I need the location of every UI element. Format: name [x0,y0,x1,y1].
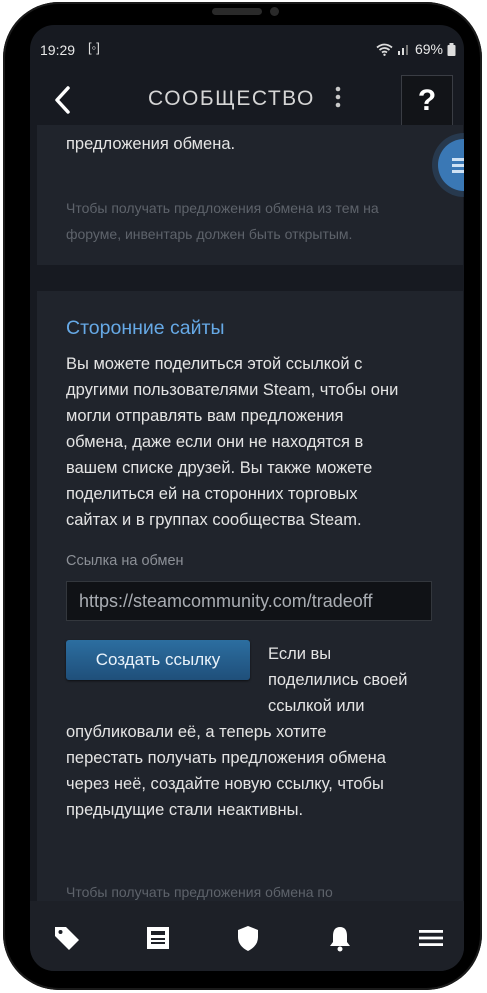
screen-record-icon: [◦] [88,40,100,55]
shield-icon[interactable] [233,923,263,953]
speaker-grille [212,8,262,15]
back-arrow-icon[interactable] [48,83,78,117]
app-header: СООБЩЕСТВО ? [30,75,464,127]
more-options-icon[interactable] [330,83,346,113]
description-line: сайтах и в группах сообщества Steam. [66,511,362,529]
trade-offers-card: предложения обмена. Чтобы получать предл… [37,125,463,265]
phone-frame: 19:29 [◦] 69% СООБЩЕСТВО ? предложения о… [3,2,482,990]
trade-link-label: Ссылка на обмен [66,553,184,569]
section-title: Сторонние сайты [66,317,225,339]
battery-percent: 69% [414,41,443,57]
status-right: 69% [376,41,456,57]
bottom-navigation [30,901,464,971]
trade-link-field[interactable]: https://steamcommunity.com/tradeoff [66,581,432,621]
description-line: вашем списке друзей. Вы также можете [66,459,373,477]
tag-icon[interactable] [52,923,82,953]
description-line: другими пользователями Steam, чтобы они [66,381,399,399]
third-party-sites-card: Сторонние сайты Вы можете поделиться это… [37,291,463,901]
side-text-line: поделились своей [268,671,408,689]
screen: 19:29 [◦] 69% СООБЩЕСТВО ? предложения о… [30,25,464,971]
side-text-line: ссылкой или [268,697,365,715]
description-line: Вы можете поделиться этой ссылкой с [66,355,363,373]
description-line: обмена, даже если они не находятся в [66,433,364,451]
explanation-line: перестать получать предложения обмена [66,749,386,767]
explanation-line: предыдущие стали неактивны. [66,801,304,819]
explanation-line: опубликовали её, а теперь хотите [66,723,327,741]
card-text: предложения обмена. [66,135,236,153]
explanation-line: через неё, создайте новую ссылку, чтобы [66,775,384,793]
news-icon[interactable] [143,923,173,953]
hint-line: Чтобы получать предложения обмена из тем… [66,200,379,216]
main-content: предложения обмена. Чтобы получать предл… [30,125,464,901]
front-camera [270,7,279,16]
signal-icon [397,45,408,55]
hint-line: форуме, инвентарь должен быть открытым. [66,226,353,242]
bell-icon[interactable] [325,923,355,953]
menu-lines-icon [452,158,464,173]
status-bar: 19:29 [◦] 69% [30,25,464,75]
menu-icon[interactable] [416,923,446,953]
description-line: могли отправлять вам предложения [66,407,344,425]
bottom-hint: Чтобы получать предложения обмена по [66,884,333,900]
status-time: 19:29 [40,42,76,58]
page-title: СООБЩЕСТВО [148,87,315,110]
side-text-line: Если вы [268,645,332,663]
description-line: поделиться ей на сторонних торговых [66,485,358,503]
floating-action-button[interactable] [438,139,464,191]
help-button[interactable]: ? [401,75,453,127]
wifi-icon [376,43,393,56]
create-link-button[interactable]: Создать ссылку [66,640,250,680]
battery-icon [447,42,456,56]
